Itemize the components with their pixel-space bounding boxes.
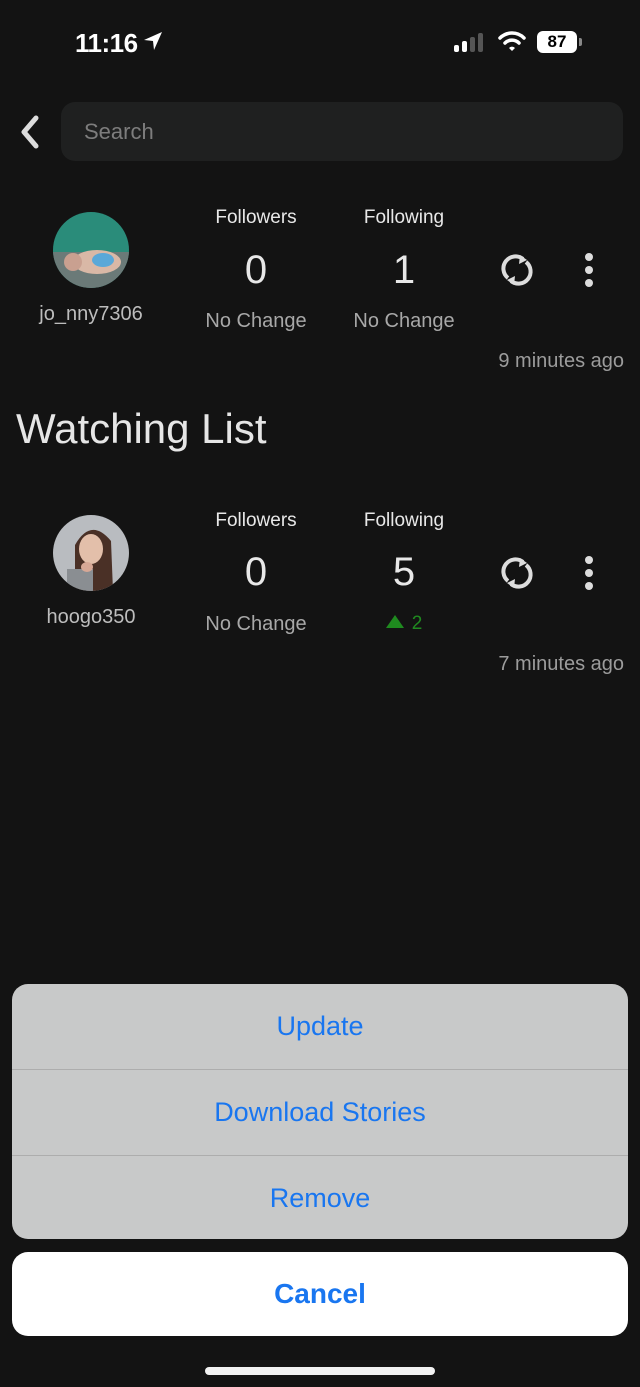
followers-label: Followers	[215, 510, 297, 531]
following-change: No Change	[353, 310, 455, 332]
more-vertical-icon	[585, 253, 593, 287]
avatar[interactable]	[53, 515, 129, 591]
more-options-button[interactable]	[578, 555, 600, 596]
username: hoogo350	[46, 606, 136, 628]
status-time: 11:16	[75, 28, 138, 58]
update-button[interactable]: Update	[12, 984, 628, 1070]
followers-label: Followers	[215, 207, 297, 228]
username: jo_nny7306	[39, 303, 143, 325]
refresh-icon	[501, 254, 533, 286]
followers-change: No Change	[205, 310, 307, 332]
increase-arrow-icon	[385, 615, 404, 628]
back-button[interactable]	[18, 114, 42, 155]
avatar[interactable]	[53, 212, 129, 288]
followers-count: 0	[244, 248, 268, 292]
following-change-value: 2	[411, 613, 423, 634]
last-updated: 9 minutes ago	[498, 350, 624, 372]
more-vertical-icon	[585, 556, 593, 590]
search-input[interactable]	[61, 102, 623, 161]
more-options-button[interactable]	[578, 252, 600, 293]
action-sheet: Update Download Stories Remove	[12, 984, 628, 1239]
wifi-icon	[498, 30, 526, 57]
download-stories-button[interactable]: Download Stories	[12, 1070, 628, 1156]
cellular-signal-icon	[454, 33, 483, 52]
followers-count: 0	[244, 550, 268, 594]
section-title: Watching List	[16, 405, 267, 452]
following-label: Following	[363, 207, 445, 228]
following-count: 5	[392, 550, 416, 594]
battery-icon: 87	[537, 31, 577, 53]
following-count: 1	[392, 248, 416, 292]
refresh-button[interactable]	[499, 252, 535, 293]
refresh-button[interactable]	[499, 555, 535, 596]
following-change: 2	[329, 613, 479, 635]
home-indicator[interactable]	[205, 1367, 435, 1375]
location-arrow-icon	[143, 31, 163, 56]
refresh-icon	[501, 557, 533, 589]
following-label: Following	[363, 510, 445, 531]
battery-tip	[579, 38, 582, 46]
followers-change: No Change	[205, 613, 307, 635]
remove-button[interactable]: Remove	[12, 1156, 628, 1239]
chevron-left-icon	[21, 115, 39, 149]
last-updated: 7 minutes ago	[498, 653, 624, 675]
cancel-button[interactable]: Cancel	[12, 1252, 628, 1336]
